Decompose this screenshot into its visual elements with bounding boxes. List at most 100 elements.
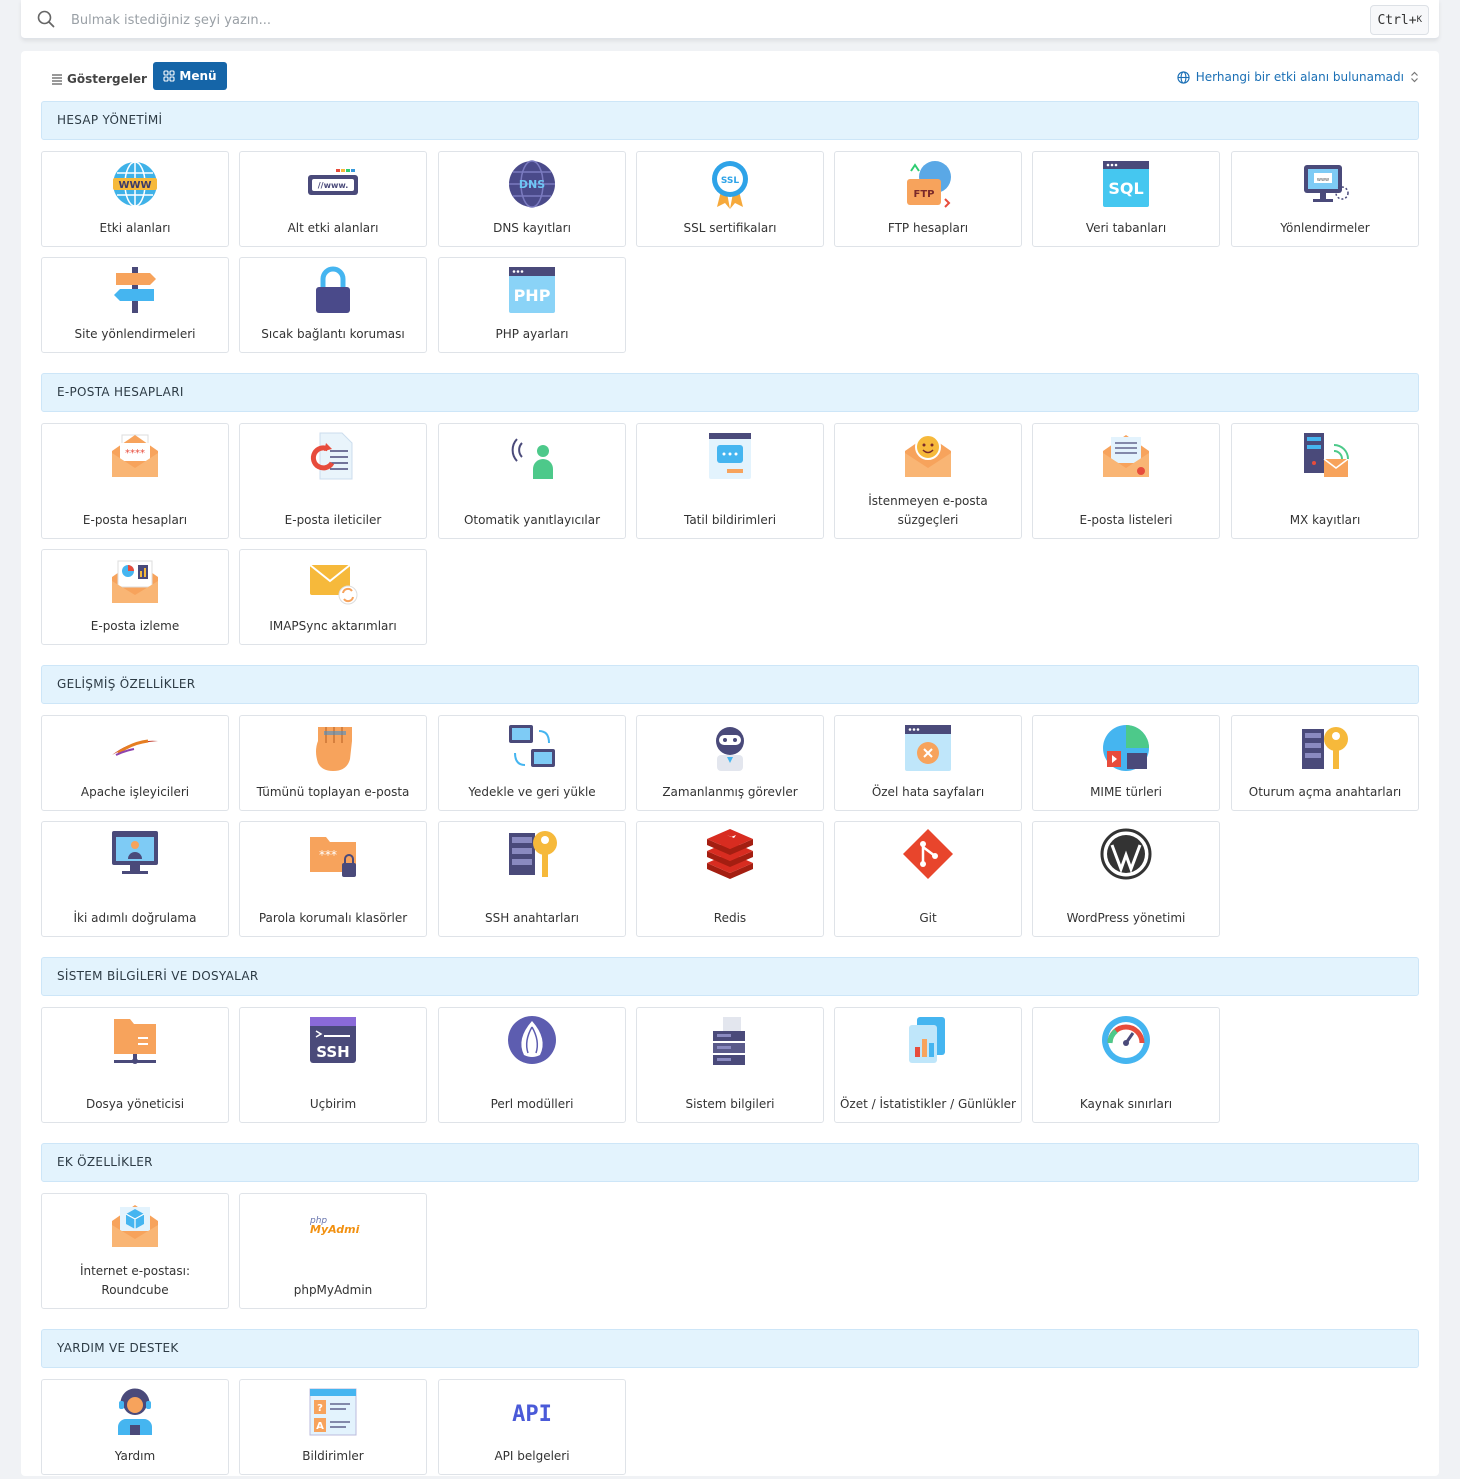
globe-www-icon: WWW [113,161,157,207]
menu-tile[interactable]: Kaynak sınırları [1032,1007,1220,1123]
ssl-badge-icon: SSL [712,161,748,209]
menu-tile[interactable]: Özet / İstatistikler / Günlükler [834,1007,1022,1123]
menu-tile[interactable]: Redis [636,821,824,937]
menu-tile[interactable]: İstenmeyen e-posta süzgeçleri [834,423,1022,539]
menu-tile-label: Oturum açma anahtarları [1248,785,1402,799]
menu-tile[interactable]: Dosya yöneticisi [41,1007,229,1123]
menu-tile[interactable]: Oturum açma anahtarları [1231,715,1419,811]
menu-tile[interactable]: E-posta izleme [41,549,229,645]
menu-tile[interactable]: E-posta ileticiler [239,423,427,539]
svg-text:SSH: SSH [316,1043,350,1061]
menu-tile[interactable]: PHP PHP ayarları [438,257,626,353]
menu-tile[interactable]: ? A Bildirimler [239,1379,427,1475]
menu-tile[interactable]: **** E-posta hesapları [41,423,229,539]
wordpress-icon [1100,828,1152,880]
menu-tile[interactable]: Sıcak bağlantı koruması [239,257,427,353]
menu-tile-label: Kaynak sınırları [1079,1097,1173,1111]
svg-text:PHP: PHP [514,286,551,305]
catch-all-glove-icon [316,727,352,771]
menu-tile[interactable]: İki adımlı doğrulama [41,821,229,937]
menu-tile-label: Git [919,911,937,925]
svg-text:****: **** [125,448,145,459]
redis-icon [707,829,753,879]
menu-tile[interactable]: Yardım [41,1379,229,1475]
menu-tile-label: Tümünü toplayan e-posta [256,785,410,799]
signpost-icon [114,267,156,313]
menu-tile[interactable]: FTP FTP hesapları [834,151,1022,247]
ftp-folder-icon: FTP [907,161,951,208]
menu-tile[interactable]: WordPress yönetimi [1032,821,1220,937]
two-factor-icon [112,831,158,874]
menu-tile[interactable]: DNS DNS kayıtları [438,151,626,247]
search-icon [37,10,55,28]
menu-tile[interactable]: *** Parola korumalı klasörler [239,821,427,937]
menu-tile-label: Perl modülleri [490,1097,574,1111]
menu-tile-label: FTP hesapları [887,221,969,235]
svg-text:DNS: DNS [519,178,545,191]
menu-tile[interactable]: Apache işleyicileri [41,715,229,811]
indicators-toggle[interactable]: Göstergeler [51,68,147,90]
menu-tile-label: Otomatik yanıtlayıcılar [463,513,601,527]
section-header: YARDIM VE DESTEK [41,1329,1419,1368]
menu-tile-label: Yönlendirmeler [1280,221,1370,235]
domain-selector[interactable]: Herhangi bir etki alanı bulunamadı [1177,70,1419,84]
menu-tile[interactable]: MX kayıtları [1231,423,1419,539]
autoresponder-icon [511,438,553,479]
statistics-icon [909,1017,945,1063]
locked-folder-icon: *** [310,837,356,877]
indicators-label: Göstergeler [67,72,147,86]
menu-tile-label: SSH anahtarları [485,911,579,925]
menu-tile[interactable]: WWW Etki alanları [41,151,229,247]
menu-tile-label: MX kayıtları [1289,513,1361,527]
menu-tile[interactable]: API API belgeleri [438,1379,626,1475]
menu-tile[interactable]: Perl modülleri [438,1007,626,1123]
menu-tile[interactable]: Tümünü toplayan e-posta [239,715,427,811]
menu-tile[interactable]: Zamanlanmış görevler [636,715,824,811]
search-bar: Ctrl+K [21,0,1439,39]
svg-text:A: A [316,1421,324,1432]
menu-tile[interactable]: SSH anahtarları [438,821,626,937]
menu-tile-label: E-posta izleme [90,619,180,633]
menu-toggle[interactable]: Menü [153,62,227,90]
section-header: SİSTEM BİLGİLERİ VE DOSYALAR [41,957,1419,996]
search-input[interactable] [71,8,1351,32]
menu-tile[interactable]: phpMyAdmin phpMyAdmin [239,1193,427,1309]
mail-tracking-icon [112,560,158,603]
menu-tile-label: Bildirimler [302,1449,364,1463]
menu-tile[interactable]: Tatil bildirimleri [636,423,824,539]
phpmyadmin-icon: phpMyAdmin [309,1216,360,1236]
svg-text:MyAdmin: MyAdmin [310,1223,360,1236]
menu-tile[interactable]: MIME türleri [1032,715,1220,811]
menu-tile[interactable]: www Yönlendirmeler [1231,151,1419,247]
menu-tile-label: Alt etki alanları [287,221,379,235]
menu-tile[interactable]: Sistem bilgileri [636,1007,824,1123]
menu-tile-label: İki adımlı doğrulama [73,911,197,925]
menu-tile-label: E-posta hesapları [82,513,188,527]
menu-tile[interactable]: SSH Uçbirim [239,1007,427,1123]
menu-tile-label: Apache işleyicileri [80,785,190,799]
menu-tile[interactable]: //www. Alt etki alanları [239,151,427,247]
error-page-icon [905,725,951,771]
menu-label: Menü [179,69,217,83]
spam-filter-icon [905,434,951,477]
menu-tile-label: Site yönlendirmeleri [74,327,196,341]
menu-tile-label: phpMyAdmin [293,1283,373,1297]
apache-feather-icon [112,739,158,756]
svg-text://www.: //www. [318,181,349,190]
svg-text:***: *** [319,848,337,862]
menu-tile[interactable]: IMAPSync aktarımları [239,549,427,645]
menu-tile-label: DNS kayıtları [493,221,571,235]
menu-tile[interactable]: Git [834,821,1022,937]
menu-tile-label: Özel hata sayfaları [871,785,985,799]
menu-tile[interactable]: E-posta listeleri [1032,423,1220,539]
menu-tile[interactable]: Site yönlendirmeleri [41,257,229,353]
ssh-keys-icon [509,831,557,877]
menu-tile[interactable]: SSL SSL sertifikaları [636,151,824,247]
menu-tile[interactable]: Özel hata sayfaları [834,715,1022,811]
menu-tile[interactable]: SQL Veri tabanları [1032,151,1220,247]
menu-tile[interactable]: Otomatik yanıtlayıcılar [438,423,626,539]
menu-tile-label: API belgeleri [494,1449,570,1463]
svg-text:API: API [512,1402,552,1427]
menu-tile[interactable]: İnternet e-postası: Roundcube [41,1193,229,1309]
menu-tile[interactable]: Yedekle ve geri yükle [438,715,626,811]
